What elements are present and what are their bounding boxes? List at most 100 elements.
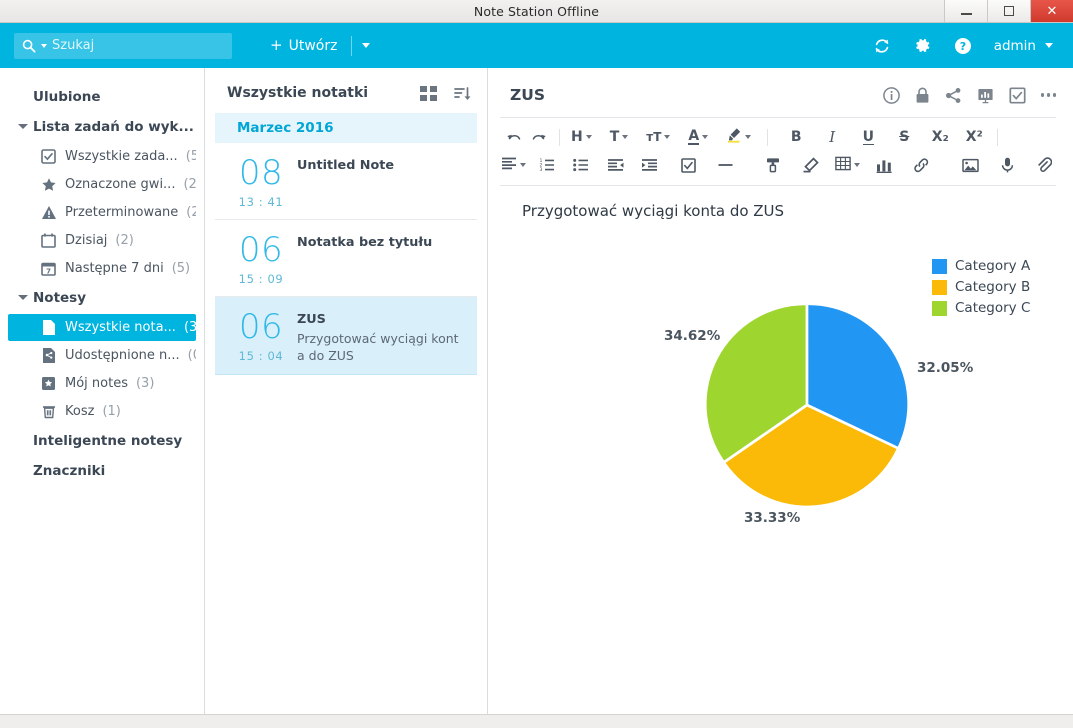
maximize-icon [1004, 6, 1014, 16]
sidebar-item-overdue-tasks[interactable]: Przeterminowane (2) [8, 199, 196, 226]
chevron-down-icon [519, 163, 526, 167]
find-replace-button[interactable] [1068, 152, 1073, 178]
superscript-button[interactable]: X² [961, 124, 987, 150]
note-list-item[interactable]: 08 13 : 41 Untitled Note [215, 143, 477, 220]
search-scope-caret-icon[interactable] [41, 43, 47, 48]
sidebar-item-all-tasks[interactable]: Wszystkie zada... (5) [8, 143, 196, 170]
link-button[interactable] [908, 152, 934, 178]
search-box[interactable] [14, 32, 232, 59]
maximize-button[interactable] [987, 0, 1030, 22]
underline-button[interactable]: U [855, 124, 881, 150]
chevron-down-icon [702, 135, 709, 139]
close-button[interactable]: ✕ [1030, 0, 1073, 22]
font-family-button[interactable]: T [606, 124, 633, 150]
legend-swatch-category-a [932, 258, 947, 274]
shared-note-icon [40, 347, 57, 364]
presentation-icon[interactable] [977, 87, 994, 104]
checkbox-icon [40, 148, 57, 165]
info-icon[interactable] [882, 86, 900, 104]
legend-item: Category B [932, 279, 1030, 295]
bold-button[interactable]: B [783, 124, 809, 150]
window-controls: ✕ [944, 0, 1073, 22]
sidebar-item-all-notes[interactable]: Wszystkie nota... (3) [8, 314, 196, 341]
audio-record-button[interactable] [994, 152, 1020, 178]
sidebar-item-today-tasks[interactable]: Dzisiaj (2) [8, 227, 196, 254]
table-button[interactable] [834, 152, 860, 178]
sidebar-section-smart-notebooks[interactable]: Inteligentne notesy [0, 426, 204, 456]
checkbox-list-button[interactable] [675, 152, 701, 178]
sidebar-item-label: Następne 7 dni [65, 261, 164, 276]
sidebar-item-next-7-days[interactable]: 7 Następne 7 dni (5) [8, 255, 196, 282]
strikethrough-button[interactable]: S [891, 124, 917, 150]
outdent-button[interactable] [602, 152, 628, 178]
search-input[interactable] [52, 38, 224, 53]
user-menu[interactable]: admin [994, 38, 1053, 54]
sidebar-section-tags[interactable]: Znaczniki [0, 456, 204, 486]
font-size-button[interactable]: ᴛT [642, 124, 674, 150]
chart-button[interactable] [871, 152, 897, 178]
sidebar-item-label: Dzisiaj [65, 233, 108, 248]
font-color-label: A [688, 127, 700, 144]
user-menu-label: admin [993, 37, 1036, 54]
note-content-area[interactable]: Przygotować wyciągi konta do ZUS 32.05% [500, 185, 1056, 714]
font-color-button[interactable]: A [684, 124, 712, 150]
lock-icon[interactable] [915, 87, 930, 104]
gear-icon[interactable] [913, 36, 932, 55]
todo-icon[interactable] [1008, 86, 1026, 104]
toolbar-divider [559, 128, 560, 146]
user-menu-caret-icon [1045, 43, 1053, 48]
heading-style-button[interactable]: H [567, 124, 596, 150]
redo-button[interactable] [526, 124, 552, 150]
legend-swatch-category-b [932, 279, 947, 295]
pie-chart-legend: Category A Category B Category C [932, 258, 1030, 321]
font-family-label: T [609, 129, 620, 145]
more-icon[interactable] [1040, 93, 1056, 97]
note-list-item-selected[interactable]: 06 15 : 04 ZUS Przygotować wyciągi konta… [215, 297, 477, 375]
toolbar-divider [351, 35, 353, 56]
sidebar-item-label: Mój notes [65, 376, 128, 391]
highlight-color-button[interactable] [722, 124, 755, 150]
help-icon[interactable]: ? [954, 37, 972, 55]
editor-toolbar: H T ᴛT A B I U S X₂ X² 1 2 3 [500, 117, 1056, 179]
sidebar: Ulubione Lista zadań do wyk... Wszystkie… [0, 68, 205, 714]
grid-view-icon[interactable] [420, 85, 437, 101]
bullet-list-button[interactable] [568, 152, 594, 178]
chevron-down-icon [622, 135, 629, 139]
window-titlebar: Note Station Offline ✕ [0, 0, 1073, 23]
sort-descending-icon[interactable] [454, 86, 471, 101]
legend-item: Category A [932, 258, 1030, 274]
trash-icon [40, 403, 57, 420]
note-day: 08 [238, 153, 284, 193]
create-dropdown-caret-icon[interactable] [362, 43, 371, 48]
create-button[interactable]: + Utwórz [266, 34, 341, 58]
share-icon[interactable] [945, 87, 962, 104]
subscript-button[interactable]: X₂ [927, 124, 953, 150]
format-painter-button[interactable] [760, 152, 786, 178]
sidebar-section-favorites[interactable]: Ulubione [0, 82, 204, 112]
align-button[interactable] [500, 152, 526, 178]
sidebar-section-notebooks[interactable]: Notesy [0, 283, 204, 313]
refresh-icon[interactable] [873, 37, 891, 55]
sidebar-item-count: (3) [135, 376, 155, 391]
sidebar-item-starred-tasks[interactable]: Oznaczone gwi... (2) [8, 171, 196, 198]
chevron-down-icon [585, 135, 592, 139]
sidebar-item-trash[interactable]: Kosz (1) [8, 398, 196, 425]
italic-button[interactable]: I [819, 124, 845, 150]
legend-label: Category C [955, 300, 1031, 316]
sidebar-item-my-notebook[interactable]: Mój notes (3) [8, 370, 196, 397]
toolbar-divider [997, 128, 999, 146]
indent-button[interactable] [636, 152, 662, 178]
minimize-button[interactable] [944, 0, 987, 22]
horizontal-rule-button[interactable] [712, 152, 738, 178]
attachment-button[interactable] [1031, 152, 1057, 178]
undo-button[interactable] [500, 124, 526, 150]
image-button[interactable] [957, 152, 983, 178]
note-list-item[interactable]: 06 15 : 09 Notatka bez tytułu [215, 220, 477, 297]
numbered-list-button[interactable]: 123 [534, 152, 560, 178]
subscript-label: X₂ [931, 129, 949, 145]
sidebar-item-count: (1) [102, 404, 121, 419]
sidebar-item-shared-notes[interactable]: Udostępnione n... (0) [8, 342, 196, 369]
sidebar-section-tasks[interactable]: Lista zadań do wyk... [0, 112, 204, 142]
clear-format-button[interactable] [797, 152, 823, 178]
note-editor-title: ZUS [510, 86, 545, 104]
